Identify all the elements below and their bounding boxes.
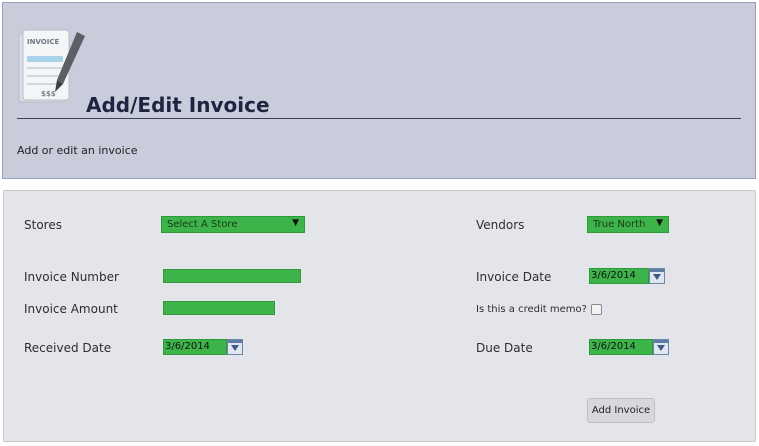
received-date-picker[interactable]: 3/6/2014 <box>163 339 243 355</box>
credit-memo-checkbox[interactable] <box>591 304 602 315</box>
invoice-amount-input[interactable] <box>163 301 275 315</box>
invoice-date-input[interactable]: 3/6/2014 <box>589 268 649 284</box>
chevron-down-icon: ▼ <box>656 218 663 228</box>
calendar-icon[interactable] <box>653 339 669 355</box>
svg-text:INVOICE: INVOICE <box>27 38 59 46</box>
svg-text:$$$: $$$ <box>41 90 56 98</box>
calendar-icon[interactable] <box>227 339 243 355</box>
vendors-label: Vendors <box>476 218 525 232</box>
page-subtitle: Add or edit an invoice <box>17 144 138 157</box>
page-header: INVOICE $$$ Add/Edit Invoice Add or edit… <box>2 2 756 179</box>
invoice-logo-icon: INVOICE $$$ <box>18 29 85 103</box>
stores-select[interactable]: Select A Store ▼ <box>161 216 305 233</box>
due-date-input[interactable]: 3/6/2014 <box>589 339 653 355</box>
page-title: Add/Edit Invoice <box>86 93 270 117</box>
invoice-date-label: Invoice Date <box>476 270 552 284</box>
vendors-select-value: True North <box>593 219 646 230</box>
due-date-label: Due Date <box>476 341 533 355</box>
stores-label: Stores <box>24 218 62 232</box>
invoice-date-picker[interactable]: 3/6/2014 <box>589 268 665 284</box>
invoice-number-label: Invoice Number <box>24 270 119 284</box>
stores-select-value: Select A Store <box>167 219 238 230</box>
received-date-label: Received Date <box>24 341 112 355</box>
calendar-icon[interactable] <box>649 268 665 284</box>
title-divider <box>17 118 741 119</box>
vendors-select[interactable]: True North ▼ <box>587 216 669 233</box>
invoice-number-input[interactable] <box>163 269 301 283</box>
credit-memo-label: Is this a credit memo? <box>476 304 587 315</box>
chevron-down-icon: ▼ <box>292 218 299 228</box>
invoice-amount-label: Invoice Amount <box>24 302 118 316</box>
add-invoice-button[interactable]: Add Invoice <box>587 398 655 423</box>
due-date-picker[interactable]: 3/6/2014 <box>589 339 669 355</box>
received-date-input[interactable]: 3/6/2014 <box>163 339 227 355</box>
